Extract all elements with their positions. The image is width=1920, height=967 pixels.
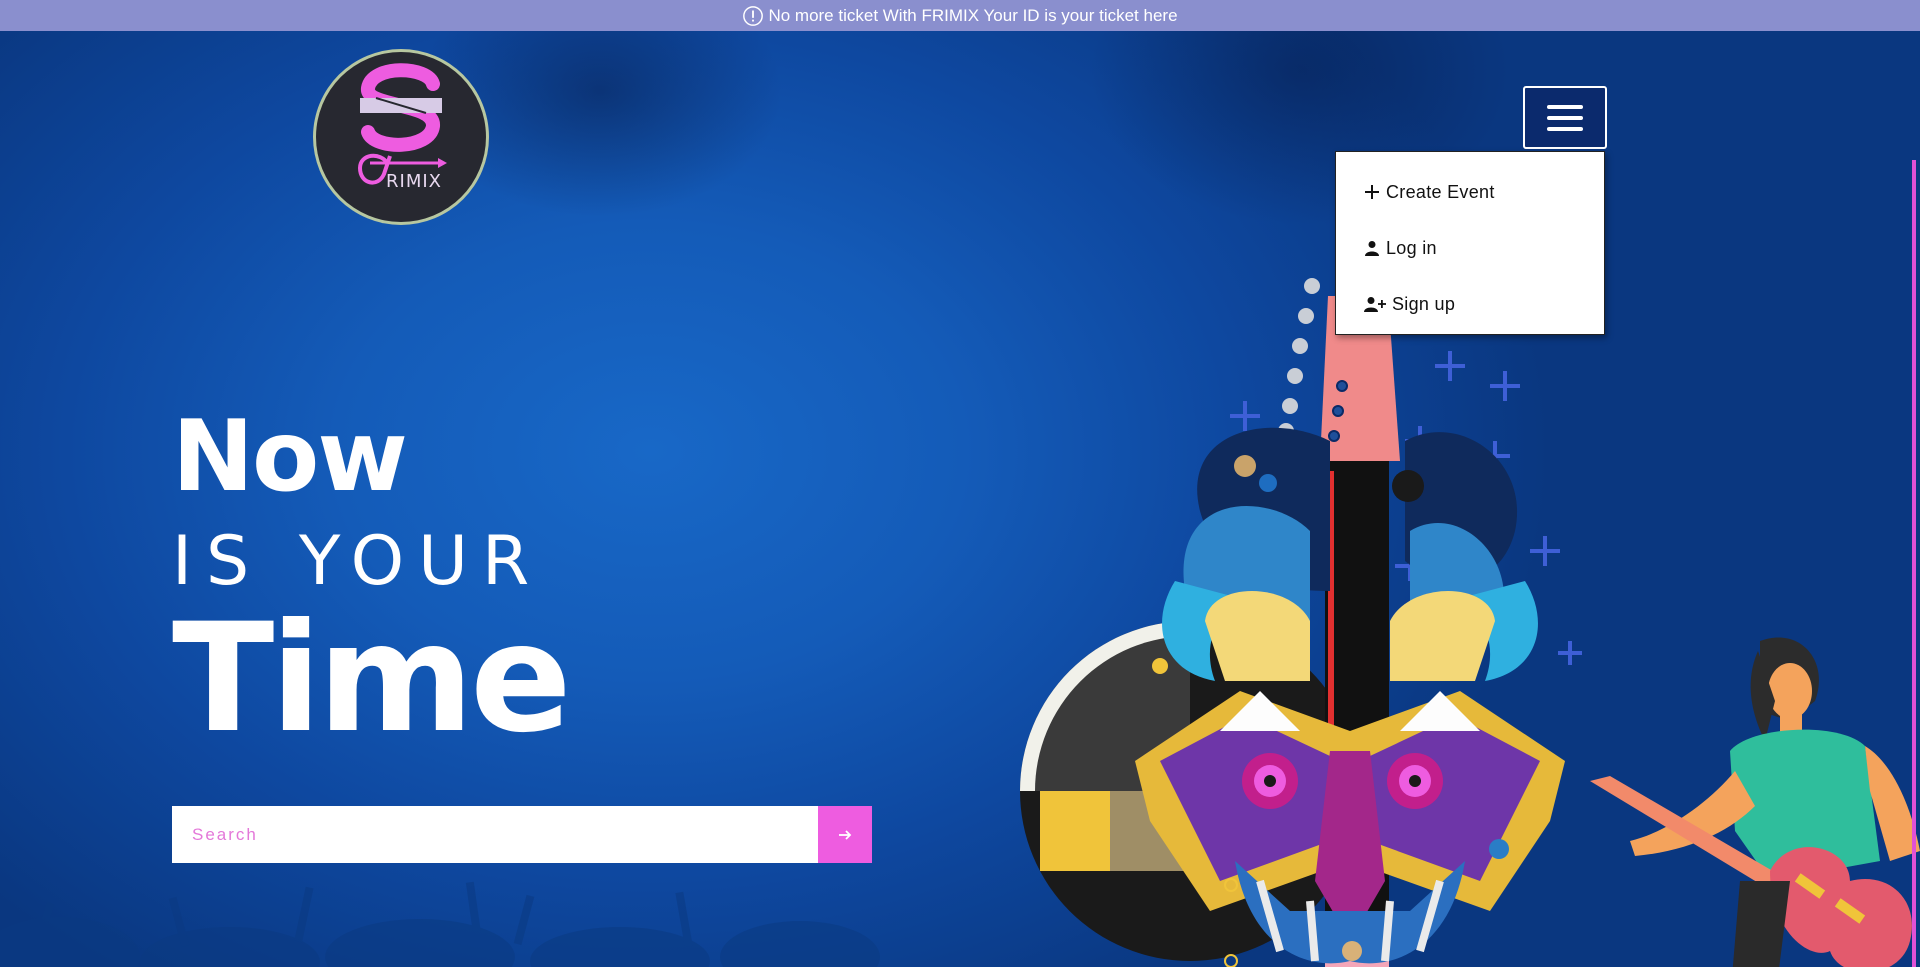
crowd-silhouette bbox=[0, 881, 880, 967]
menu-toggle-button[interactable] bbox=[1523, 86, 1607, 149]
guitar-art-illustration bbox=[1020, 261, 1582, 967]
user-icon bbox=[1365, 241, 1379, 256]
hero-headline-time: Time bbox=[172, 592, 572, 766]
nav-dropdown-menu: Create Event Log in Sign up bbox=[1335, 151, 1605, 335]
log-in-link[interactable]: Log in bbox=[1336, 220, 1604, 276]
arrow-right-icon bbox=[839, 829, 852, 840]
hero-headline-now: Now bbox=[172, 400, 408, 514]
create-event-link[interactable]: Create Event bbox=[1336, 164, 1604, 220]
logo-text: RIMIX bbox=[386, 171, 442, 192]
hero-headline-is-your: IS YOUR bbox=[172, 522, 544, 601]
announcement-bar: No more ticket With FRIMIX Your ID is yo… bbox=[0, 0, 1920, 31]
info-circle-icon bbox=[743, 5, 764, 26]
scrollbar[interactable] bbox=[1912, 160, 1916, 967]
hamburger-menu-icon bbox=[1547, 104, 1583, 109]
guitarist-illustration bbox=[1590, 637, 1920, 967]
log-in-label: Log in bbox=[1386, 237, 1437, 258]
sign-up-label: Sign up bbox=[1392, 293, 1456, 314]
search-submit-button[interactable] bbox=[818, 806, 872, 863]
create-event-label: Create Event bbox=[1386, 181, 1495, 202]
frimix-logo[interactable]: RIMIX bbox=[310, 46, 492, 228]
announcement-text: No more ticket With FRIMIX Your ID is yo… bbox=[768, 5, 1178, 25]
search-input[interactable] bbox=[172, 806, 819, 863]
sign-up-link[interactable]: Sign up bbox=[1336, 276, 1604, 332]
user-plus-icon bbox=[1364, 297, 1386, 312]
plus-icon bbox=[1365, 185, 1379, 199]
